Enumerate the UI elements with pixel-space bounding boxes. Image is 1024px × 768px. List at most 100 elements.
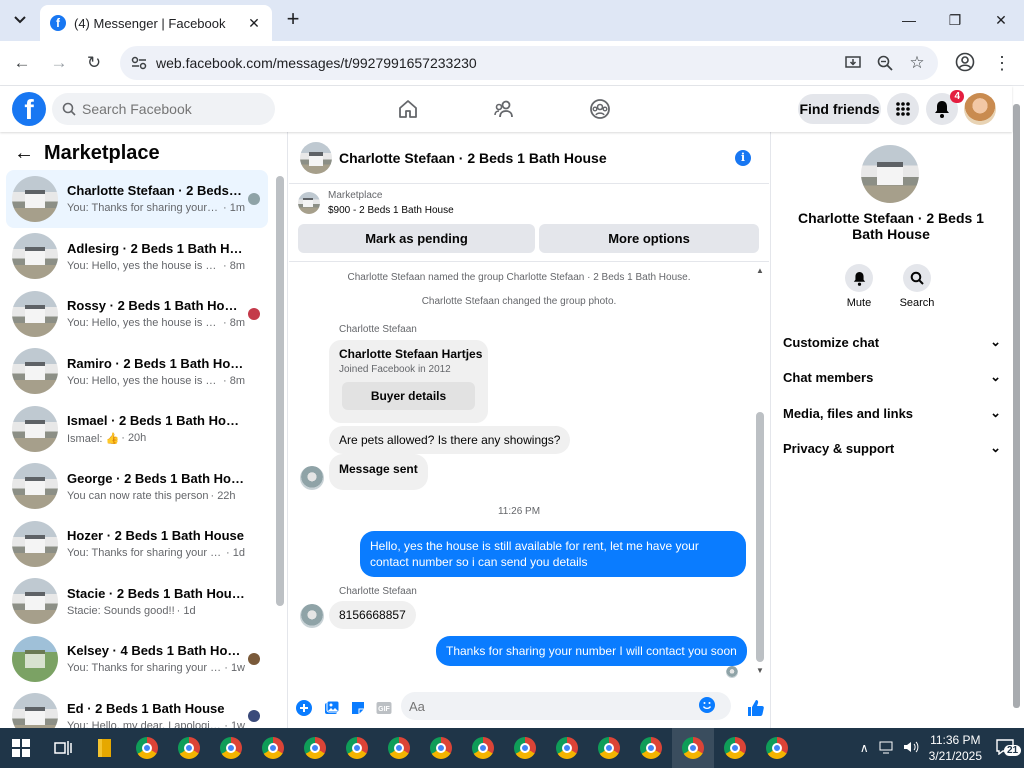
incoming-message[interactable]: 8156668857 — [329, 601, 416, 629]
conversation-title[interactable]: Charlotte Stefaan · 2 Beds 1 Bath House — [339, 150, 735, 166]
gif-icon[interactable]: GIF — [375, 699, 393, 717]
chrome-taskbar-icon[interactable] — [504, 728, 546, 768]
chat-item-ed[interactable]: Ed · 2 Beds 1 Bath House You: Hello, my … — [6, 688, 268, 728]
account-avatar[interactable] — [964, 93, 996, 125]
notifications-bell-icon[interactable]: 4 — [926, 90, 964, 125]
back-button[interactable]: ← — [11, 52, 33, 74]
chat-item-charlotte[interactable]: Charlotte Stefaan · 2 Beds 1 Bath House … — [6, 170, 268, 228]
mark-as-pending-button[interactable]: Mark as pending — [298, 224, 535, 253]
chat-item-george[interactable]: George · 2 Beds 1 Bath House You can now… — [6, 458, 268, 516]
customize-chat-row[interactable]: Customize chat ⌄ — [783, 334, 1001, 350]
install-app-icon[interactable] — [844, 54, 862, 72]
photo-icon[interactable] — [323, 699, 341, 717]
chat-item-rossy[interactable]: Rossy · 2 Beds 1 Bath House You: Hello, … — [6, 285, 268, 343]
scroll-up-arrow-icon[interactable]: ▲ — [756, 266, 764, 275]
scroll-down-arrow-icon[interactable]: ▼ — [756, 666, 764, 675]
chat-members-row[interactable]: Chat members ⌄ — [783, 369, 1001, 385]
tab-close-icon[interactable]: ✕ — [246, 15, 262, 32]
home-icon[interactable] — [396, 97, 420, 121]
buyer-details-button[interactable]: Buyer details — [342, 382, 475, 410]
facebook-logo-icon[interactable]: f — [12, 92, 46, 126]
thread-scrollbar[interactable] — [756, 412, 764, 662]
profile-icon[interactable] — [955, 52, 977, 74]
chat-item-stacie[interactable]: Stacie · 2 Beds 1 Bath House Stacie: Sou… — [6, 573, 268, 631]
media-files-links-row[interactable]: Media, files and links ⌄ — [783, 405, 1001, 421]
forward-button[interactable]: → — [48, 52, 70, 74]
outgoing-message[interactable]: Hello, yes the house is still available … — [360, 531, 746, 577]
chevron-down-icon: ⌄ — [990, 369, 1001, 384]
chrome-taskbar-icon[interactable] — [210, 728, 252, 768]
maximize-button[interactable]: ❐ — [932, 0, 978, 40]
task-view-icon[interactable] — [42, 728, 84, 768]
sender-avatar[interactable] — [300, 604, 324, 628]
chrome-taskbar-icon[interactable] — [294, 728, 336, 768]
facebook-search[interactable] — [52, 93, 275, 125]
close-window-button[interactable]: ✕ — [978, 0, 1024, 40]
chat-item-adlesirg[interactable]: Adlesirg · 2 Beds 1 Bath House You: Hell… — [6, 228, 268, 286]
system-clock[interactable]: 11:36 PM 3/21/2025 — [929, 732, 982, 764]
volume-icon[interactable] — [903, 740, 919, 757]
chrome-taskbar-icon[interactable] — [336, 728, 378, 768]
file-explorer-icon[interactable] — [84, 728, 126, 768]
info-icon[interactable]: i — [735, 149, 751, 166]
menu-grid-icon[interactable] — [887, 93, 919, 125]
tab-search-chevron-icon[interactable] — [8, 8, 32, 32]
start-button[interactable] — [0, 728, 42, 768]
site-info-icon[interactable] — [128, 52, 150, 74]
message-input[interactable] — [409, 698, 699, 714]
chrome-taskbar-icon[interactable] — [420, 728, 462, 768]
chat-preview: Ismael: 👍 — [67, 432, 120, 445]
plus-icon[interactable] — [295, 699, 313, 717]
url-text[interactable]: web.facebook.com/messages/t/992799165723… — [156, 55, 844, 71]
chrome-taskbar-icon-active[interactable] — [672, 728, 714, 768]
chrome-taskbar-icon[interactable] — [588, 728, 630, 768]
conversation-thumbnail[interactable] — [300, 141, 332, 174]
facebook-search-input[interactable] — [82, 101, 262, 117]
sticker-icon[interactable] — [349, 699, 367, 717]
mute-action[interactable]: Mute — [834, 264, 884, 309]
chat-item-hozer[interactable]: Hozer · 2 Beds 1 Bath House You: Thanks … — [6, 515, 268, 573]
zoom-icon[interactable] — [876, 54, 894, 72]
message-input-box[interactable] — [401, 692, 731, 720]
chat-item-kelsey[interactable]: Kelsey · 4 Beds 1 Bath House You: Thanks… — [6, 630, 268, 688]
friends-icon[interactable] — [492, 97, 516, 121]
listing-summary[interactable]: Marketplace $900 - 2 Beds 1 Bath House — [298, 190, 454, 216]
omnibox[interactable]: web.facebook.com/messages/t/992799165723… — [120, 46, 938, 80]
chrome-taskbar-icon[interactable] — [126, 728, 168, 768]
chrome-taskbar-icon[interactable] — [714, 728, 756, 768]
sender-avatar[interactable] — [300, 466, 324, 490]
minimize-button[interactable]: — — [886, 0, 932, 40]
new-tab-button[interactable]: + — [282, 8, 304, 30]
chrome-taskbar-icon[interactable] — [462, 728, 504, 768]
chat-item-ismael[interactable]: Ismael · 2 Beds 1 Bath House Ismael: 👍 · … — [6, 400, 268, 458]
chat-item-ramiro[interactable]: Ramiro · 2 Beds 1 Bath House You: Hello,… — [6, 343, 268, 401]
groups-icon[interactable] — [588, 97, 612, 121]
bookmark-star-icon[interactable]: ☆ — [908, 53, 926, 72]
more-options-button[interactable]: More options — [539, 224, 759, 253]
tray-chevron-up-icon[interactable]: ∧ — [860, 741, 869, 755]
chrome-taskbar-icon[interactable] — [168, 728, 210, 768]
notification-center-icon[interactable]: 21 — [996, 738, 1022, 758]
network-icon[interactable] — [879, 740, 895, 757]
browser-menu-icon[interactable]: ⋮ — [992, 52, 1012, 74]
incoming-message[interactable]: Message sent — [329, 454, 428, 490]
search-action[interactable]: Search — [892, 264, 942, 309]
reload-button[interactable]: ↻ — [83, 52, 105, 74]
chrome-taskbar-icon[interactable] — [378, 728, 420, 768]
like-thumb-icon[interactable] — [747, 699, 765, 717]
incoming-message[interactable]: Are pets allowed? Is there any showings? — [329, 426, 571, 454]
browser-tab[interactable]: f (4) Messenger | Facebook ✕ — [40, 5, 272, 41]
find-friends-button[interactable]: Find friends — [798, 94, 881, 124]
back-arrow-icon[interactable]: ← — [14, 142, 34, 165]
chat-name: Ramiro · 2 Beds 1 Bath House — [67, 355, 245, 371]
chrome-taskbar-icon[interactable] — [756, 728, 798, 768]
emoji-icon[interactable] — [699, 696, 715, 716]
page-scrollbar[interactable] — [1013, 104, 1020, 708]
chrome-taskbar-icon[interactable] — [252, 728, 294, 768]
chat-photo[interactable] — [861, 145, 919, 203]
outgoing-message[interactable]: Thanks for sharing your number I will co… — [436, 636, 747, 666]
chrome-taskbar-icon[interactable] — [546, 728, 588, 768]
privacy-support-row[interactable]: Privacy & support ⌄ — [783, 440, 1001, 456]
chat-list-scrollbar[interactable] — [276, 176, 284, 606]
chrome-taskbar-icon[interactable] — [630, 728, 672, 768]
